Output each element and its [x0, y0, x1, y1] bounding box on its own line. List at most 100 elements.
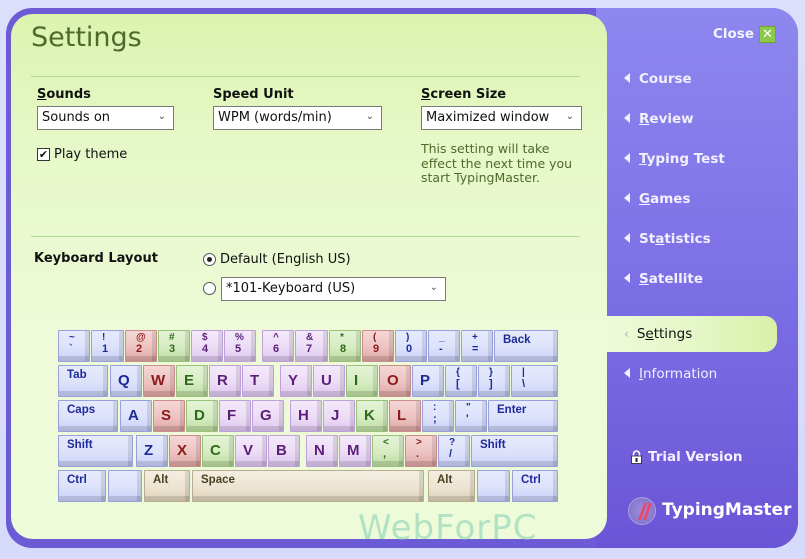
key-label: R [217, 372, 228, 389]
key-label: H [298, 407, 309, 424]
watermark: WebForPC [358, 508, 538, 548]
key-o: O [379, 365, 411, 397]
screen-size-label: Screen Size [421, 87, 507, 102]
key-label: Y [288, 372, 299, 389]
key-shift-label: } [489, 367, 493, 378]
key-label: ` [69, 343, 73, 355]
key-u: U [313, 365, 345, 397]
layout-custom-select-value: *101-Keyboard (US) [226, 281, 356, 296]
key-label: Enter [497, 404, 527, 416]
nav-item-settings[interactable]: ‹ Settings [624, 326, 692, 342]
play-theme-label: Play theme [54, 147, 128, 162]
key-label: Shift [67, 439, 93, 451]
key-shift-label: < [383, 437, 389, 448]
key-symbol: % 5 [224, 330, 256, 362]
caret-left-icon [624, 273, 630, 283]
nav-item-typing-test[interactable]: Typing Test [624, 151, 725, 167]
key-label: N [314, 442, 325, 459]
key-shift-label: ? [449, 437, 456, 448]
key-label: M [347, 442, 360, 459]
key-label: L [397, 407, 407, 424]
key-label: W [151, 372, 166, 389]
key-label: ] [489, 378, 493, 390]
layout-custom-select[interactable]: *101-Keyboard (US) ⌄ [221, 277, 446, 301]
caret-left-icon [624, 153, 630, 163]
key-t: T [242, 365, 274, 397]
key-symbol: {[ [445, 365, 477, 397]
key-l: L [389, 400, 421, 432]
key-e: E [176, 365, 208, 397]
key-symbol: | \ [511, 365, 558, 397]
key-caps: Caps [58, 400, 118, 432]
key-label: 1 [102, 343, 109, 355]
layout-default-radio[interactable] [203, 253, 216, 266]
key-symbol: " ' [455, 400, 487, 432]
key-shift-label: + [472, 332, 478, 343]
key-symbol: ? / [438, 435, 470, 467]
chevron-left-icon: ‹ [624, 327, 629, 341]
screen-size-note: This setting will take effect the next t… [421, 141, 573, 185]
nav-item-satellite[interactable]: Satellite [624, 271, 703, 287]
chevron-down-icon: ⌄ [365, 111, 374, 122]
key-symbol: + = [461, 330, 493, 362]
lock-icon [631, 450, 642, 464]
key-h: H [290, 400, 322, 432]
caret-left-icon [624, 233, 630, 243]
key-label: T [250, 372, 260, 389]
speed-unit-select[interactable]: WPM (words/min) ⌄ [213, 106, 382, 130]
nav-item-course[interactable]: Course [624, 71, 692, 87]
caret-left-icon [624, 73, 630, 83]
key-label: Q [118, 372, 130, 389]
key-label: , [383, 448, 387, 460]
key-label: U [321, 372, 332, 389]
key-shift-label: : [433, 402, 437, 413]
chevron-down-icon: ⌄ [429, 282, 438, 293]
key-ctrl: Ctrl [58, 470, 106, 502]
sounds-select[interactable]: Sounds on ⌄ [37, 106, 174, 130]
key-i: I [346, 365, 378, 397]
key-space: Space [192, 470, 424, 502]
close-icon[interactable]: ✕ [759, 26, 776, 43]
key-label: ' [466, 413, 469, 425]
key-w: W [143, 365, 175, 397]
key-shift-label: * [340, 332, 344, 343]
key-symbol: @2 [125, 330, 157, 362]
key-symbol: * 8 [329, 330, 361, 362]
divider [31, 236, 580, 237]
key-symbol: :; [422, 400, 454, 432]
screen-size-select[interactable]: Maximized window ⌄ [421, 106, 582, 130]
key-shift-label: " [466, 402, 471, 413]
key-shift-label: ^ [273, 332, 279, 343]
key-label: Shift [480, 439, 506, 451]
nav-item-games[interactable]: Games [624, 191, 691, 207]
nav-item-review[interactable]: Review [624, 111, 694, 127]
play-theme-checkbox[interactable]: ✔ [37, 148, 50, 161]
key-label: [ [456, 378, 460, 390]
key-shift-label: & [306, 332, 314, 343]
key-label: . [416, 448, 420, 460]
key-k: K [356, 400, 388, 432]
key-shift-label: @ [136, 332, 146, 343]
close-label[interactable]: Close [713, 26, 754, 42]
key-label: 2 [136, 343, 143, 355]
key-label: X [177, 442, 188, 459]
key-y: Y [280, 365, 312, 397]
layout-custom-radio[interactable] [203, 282, 216, 295]
key-d: D [186, 400, 218, 432]
key-shift: Shift [58, 435, 133, 467]
key-label: A [128, 407, 139, 424]
key-p: P [412, 365, 444, 397]
caret-left-icon [624, 193, 630, 203]
key-symbol: #3 [158, 330, 190, 362]
nav-item-information[interactable]: Information [624, 366, 717, 382]
key-label: Ctrl [521, 474, 541, 486]
key-v: V [235, 435, 267, 467]
nav-item-statistics[interactable]: Statistics [624, 231, 711, 247]
key-label: 5 [235, 343, 242, 355]
key-shift-label: ) [406, 332, 410, 343]
key-label: ; [433, 413, 437, 425]
key-j: J [323, 400, 355, 432]
key-shift-label: # [169, 332, 175, 343]
key-label: Tab [67, 369, 87, 381]
key-label: 9 [373, 343, 380, 355]
